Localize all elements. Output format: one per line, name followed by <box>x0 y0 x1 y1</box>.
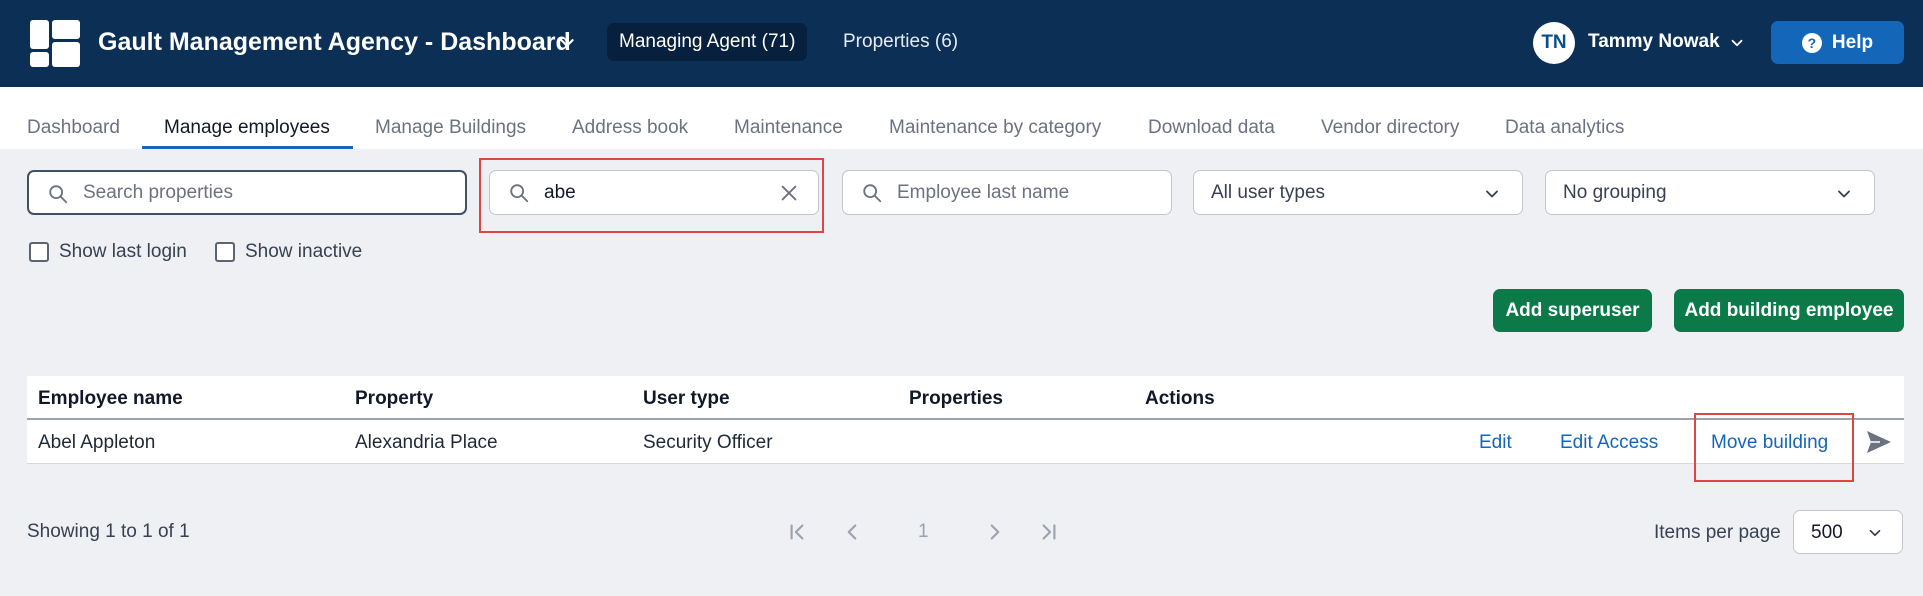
checkbox-box[interactable] <box>215 242 235 262</box>
employee-last-name-placeholder: Employee last name <box>897 181 1070 203</box>
chevron-down-icon <box>1486 190 1498 198</box>
employees-table: Employee name Property User type Propert… <box>27 376 1904 464</box>
tab-maintenance-by-category[interactable]: Maintenance by category <box>889 117 1101 139</box>
show-inactive-label: Show inactive <box>245 241 363 262</box>
user-type-select[interactable]: All user types <box>1193 170 1523 215</box>
items-per-page-select[interactable]: 500 <box>1793 510 1903 554</box>
user-menu-chevron-icon[interactable] <box>1728 34 1746 52</box>
add-building-employee-button[interactable]: Add building employee <box>1674 289 1904 332</box>
next-page-icon[interactable] <box>982 519 1008 545</box>
search-icon <box>49 185 68 204</box>
user-type-value: All user types <box>1211 181 1326 203</box>
cell-employee-name: Abel Appleton <box>38 432 156 453</box>
search-properties-placeholder: Search properties <box>83 181 233 203</box>
tab-address-book[interactable]: Address book <box>572 117 688 139</box>
search-icon <box>863 184 882 203</box>
edit-access-link[interactable]: Edit Access <box>1560 432 1658 454</box>
cell-user-type: Security Officer <box>643 432 773 453</box>
current-page-number[interactable]: 1 <box>918 521 929 543</box>
help-button[interactable]: ? Help <box>1771 21 1904 64</box>
first-page-icon[interactable] <box>784 519 810 545</box>
active-tab-indicator <box>142 146 353 149</box>
send-icon[interactable] <box>1865 429 1893 455</box>
items-per-page-label: Items per page <box>1654 522 1781 543</box>
chevron-down-icon <box>1838 190 1850 198</box>
previous-page-icon[interactable] <box>839 519 865 545</box>
tab-bar: Dashboard Manage employees Manage Buildi… <box>0 87 1923 149</box>
checkbox-box[interactable] <box>29 242 49 262</box>
column-actions: Actions <box>1145 388 1215 409</box>
app-title[interactable]: Gault Management Agency - Dashboard <box>98 28 571 57</box>
pagination-summary: Showing 1 to 1 of 1 <box>27 521 190 542</box>
help-label: Help <box>1831 31 1874 53</box>
grouping-select[interactable]: No grouping <box>1545 170 1875 215</box>
items-per-page-value: 500 <box>1811 522 1843 543</box>
move-building-highlight-box <box>1694 413 1854 482</box>
avatar[interactable]: TN <box>1533 22 1575 64</box>
chevron-down-icon <box>1869 529 1881 537</box>
question-icon: ? <box>1801 32 1822 53</box>
tab-data-analytics[interactable]: Data analytics <box>1505 117 1624 139</box>
column-property[interactable]: Property <box>355 388 433 410</box>
show-inactive-checkbox[interactable]: Show inactive <box>215 241 362 263</box>
user-name[interactable]: Tammy Nowak <box>1588 31 1720 53</box>
grouping-value: No grouping <box>1563 181 1667 203</box>
show-last-login-checkbox[interactable]: Show last login <box>29 241 187 263</box>
column-user-type[interactable]: User type <box>643 388 730 410</box>
edit-link[interactable]: Edit <box>1479 432 1512 454</box>
nav-managing-agent[interactable]: Managing Agent (71) <box>607 23 808 61</box>
top-bar: Gault Management Agency - Dashboard Mana… <box>0 0 1923 87</box>
cell-property: Alexandria Place <box>355 432 498 453</box>
tab-manage-employees[interactable]: Manage employees <box>164 117 330 139</box>
tab-maintenance[interactable]: Maintenance <box>734 117 843 139</box>
tab-dashboard[interactable]: Dashboard <box>27 117 120 139</box>
employee-last-name-input[interactable]: Employee last name <box>842 170 1172 215</box>
search-highlight-box <box>479 158 824 233</box>
nav-properties[interactable]: Properties (6) <box>831 23 970 61</box>
column-employee-name[interactable]: Employee name <box>38 388 183 410</box>
add-superuser-button[interactable]: Add superuser <box>1493 289 1652 332</box>
tab-manage-buildings[interactable]: Manage Buildings <box>375 117 526 139</box>
table-header: Employee name Property User type Propert… <box>27 376 1904 420</box>
tab-download-data[interactable]: Download data <box>1148 117 1275 139</box>
column-properties[interactable]: Properties <box>909 388 1003 410</box>
show-last-login-label: Show last login <box>59 241 187 262</box>
last-page-icon[interactable] <box>1036 519 1062 545</box>
app-logo-icon[interactable] <box>30 20 80 67</box>
tab-vendor-directory[interactable]: Vendor directory <box>1321 117 1459 139</box>
search-properties-input[interactable]: Search properties <box>27 170 467 215</box>
table-row: Abel Appleton Alexandria Place Security … <box>27 420 1904 464</box>
chevron-down-icon[interactable] <box>556 32 578 54</box>
